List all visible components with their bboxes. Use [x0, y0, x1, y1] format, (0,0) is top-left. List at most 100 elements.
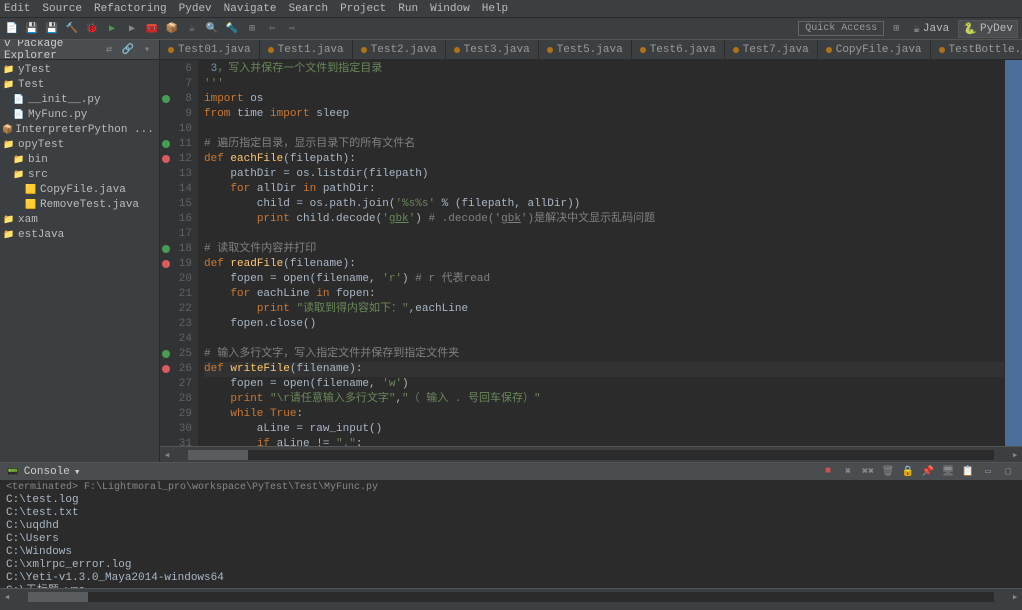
tree-item[interactable]: 📁xam — [0, 212, 159, 227]
menu-search[interactable]: Search — [288, 3, 328, 15]
menu-run[interactable]: Run — [398, 3, 418, 15]
code-body[interactable]: 3，写入并保存一个文件到指定目录'''import osfrom time im… — [198, 60, 1004, 446]
new-icon[interactable]: 📄 — [4, 21, 20, 37]
tab-label: Test5.java — [557, 44, 623, 56]
search-icon[interactable]: 🔦 — [224, 21, 240, 37]
open-persp-icon[interactable]: ⊞ — [888, 21, 904, 37]
menu-window[interactable]: Window — [430, 3, 470, 15]
console-status: <terminated> F:\Lightmoral_pro\workspace… — [0, 481, 1022, 494]
scroll-left-icon[interactable]: ◂ — [160, 448, 174, 462]
remove-icon[interactable]: ✖ — [840, 464, 856, 480]
tree-item[interactable]: 🟨RemoveTest.java — [0, 197, 159, 212]
tree-label: InterpreterPython ... thon27\pyt — [15, 124, 160, 136]
link-icon[interactable]: 🔗 — [120, 42, 136, 58]
scroll-left-icon[interactable]: ◂ — [0, 590, 14, 604]
scroll-lock-icon[interactable]: 🔒 — [900, 464, 916, 480]
tree-label: RemoveTest.java — [40, 199, 139, 211]
tree-item[interactable]: 📦InterpreterPython ... thon27\pyt — [0, 122, 159, 137]
tree-label: opyTest — [18, 139, 64, 151]
console-dropdown-icon[interactable]: ▾ — [74, 465, 81, 479]
tree-label: CopyFile.java — [40, 184, 126, 196]
save-icon[interactable]: 💾 — [24, 21, 40, 37]
tab-label: Test01.java — [178, 44, 251, 56]
tab-label: CopyFile.java — [836, 44, 922, 56]
open-type-icon[interactable]: 🔍 — [204, 21, 220, 37]
file-icon: 📁 — [12, 169, 26, 181]
console-hscroll[interactable]: ◂ ▸ — [0, 588, 1022, 604]
tab-label: Test2.java — [371, 44, 437, 56]
coverage-icon[interactable]: ▶ — [124, 21, 140, 37]
tab-label: Test6.java — [650, 44, 716, 56]
scroll-right-icon[interactable]: ▸ — [1008, 448, 1022, 462]
clear-icon[interactable]: 🗑 — [880, 464, 896, 480]
file-icon: 📁 — [2, 214, 16, 226]
removeall-icon[interactable]: ✖✖ — [860, 464, 876, 480]
tree-item[interactable]: 📄__init__.py — [0, 92, 159, 107]
editor-tab[interactable]: Test3.java — [446, 40, 539, 59]
tree-item[interactable]: 📁src — [0, 167, 159, 182]
editor-tab[interactable]: Test2.java — [353, 40, 446, 59]
tree-item[interactable]: 📁Test — [0, 77, 159, 92]
scroll-thumb[interactable] — [28, 592, 88, 602]
tree-item[interactable]: 📁opyTest — [0, 137, 159, 152]
new-pkg-icon[interactable]: 📦 — [164, 21, 180, 37]
debug-icon[interactable]: 🐞 — [84, 21, 100, 37]
menu-pydev[interactable]: Pydev — [179, 3, 212, 15]
editor-tab[interactable]: Test6.java — [632, 40, 725, 59]
build-icon[interactable]: 🔨 — [64, 21, 80, 37]
tab-label: TestBottle.java — [949, 44, 1022, 56]
run-icon[interactable]: ▶ — [104, 21, 120, 37]
pin-icon[interactable]: 📌 — [920, 464, 936, 480]
editor-tab[interactable]: Test5.java — [539, 40, 632, 59]
console-icon: 📟 — [6, 465, 20, 479]
file-icon: 📁 — [12, 154, 26, 166]
editor-tab[interactable]: TestBottle.java — [931, 40, 1022, 59]
open-console-icon[interactable]: 📋 — [960, 464, 976, 480]
max-icon[interactable]: ▢ — [1000, 464, 1016, 480]
scroll-right-icon[interactable]: ▸ — [1008, 590, 1022, 604]
menu-bar: Edit Source Refactoring Pydev Navigate S… — [0, 0, 1022, 18]
menu-project[interactable]: Project — [340, 3, 386, 15]
editor-hscroll[interactable]: ◂ ▸ — [160, 446, 1022, 462]
file-icon: 🟨 — [24, 199, 38, 211]
persp-pydev[interactable]: 🐍PyDev — [958, 20, 1018, 38]
display-icon[interactable]: 🖥 — [940, 464, 956, 480]
tree-label: Test — [18, 79, 44, 91]
ext-tools-icon[interactable]: 🧰 — [144, 21, 160, 37]
tree-item[interactable]: 📄MyFunc.py — [0, 107, 159, 122]
menu-refactoring[interactable]: Refactoring — [94, 3, 167, 15]
tree-item[interactable]: 🟨CopyFile.java — [0, 182, 159, 197]
overview-ruler[interactable] — [1004, 60, 1022, 446]
new-class-icon[interactable]: ☕ — [184, 21, 200, 37]
editor-tab[interactable]: CopyFile.java — [818, 40, 931, 59]
code-editor[interactable]: 6789101112131415161718192021222324252627… — [160, 60, 1022, 446]
console-output[interactable]: C:\test.logC:\test.txtC:\uqdhdC:\UsersC:… — [0, 494, 1022, 588]
menu-icon[interactable]: ▾ — [139, 42, 155, 58]
scroll-thumb[interactable] — [188, 450, 248, 460]
saveall-icon[interactable]: 💾 — [44, 21, 60, 37]
editor-tab[interactable]: Test7.java — [725, 40, 818, 59]
package-explorer-title: v Package Explorer — [4, 40, 101, 62]
min-icon[interactable]: ▭ — [980, 464, 996, 480]
menu-navigate[interactable]: Navigate — [224, 3, 277, 15]
back-icon[interactable]: ⇦ — [264, 21, 280, 37]
tree-item[interactable]: 📁estJava — [0, 227, 159, 242]
terminate-icon[interactable]: ■ — [820, 464, 836, 480]
persp-java[interactable]: ☕Java — [908, 20, 954, 38]
tree-item[interactable]: 📁bin — [0, 152, 159, 167]
fwd-icon[interactable]: ⇨ — [284, 21, 300, 37]
menu-edit[interactable]: Edit — [4, 3, 30, 15]
editor-tab[interactable]: Test01.java — [160, 40, 260, 59]
collapse-icon[interactable]: ⇄ — [101, 42, 117, 58]
menu-help[interactable]: Help — [482, 3, 508, 15]
toggle-icon[interactable]: ⊞ — [244, 21, 260, 37]
tab-label: Test3.java — [464, 44, 530, 56]
package-explorer: v Package Explorer ⇄ 🔗 ▾ 📁yTest📁Test📄__i… — [0, 40, 160, 462]
menu-source[interactable]: Source — [42, 3, 82, 15]
editor-tab[interactable]: Test1.java — [260, 40, 353, 59]
tree-item[interactable]: 📁yTest — [0, 62, 159, 77]
console-title: Console — [24, 466, 70, 478]
quick-access[interactable]: Quick Access — [798, 21, 884, 36]
tab-label: Test7.java — [743, 44, 809, 56]
tab-label: Test1.java — [278, 44, 344, 56]
